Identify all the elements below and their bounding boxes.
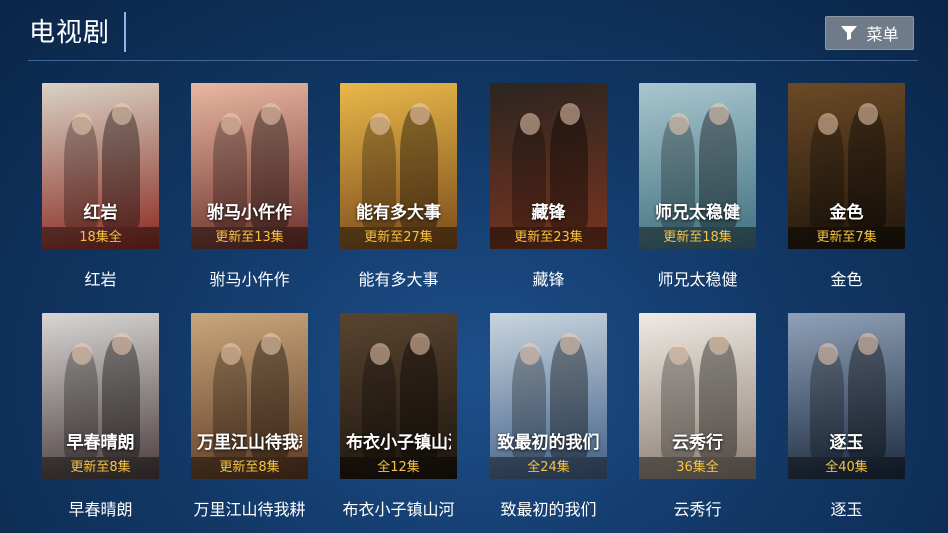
episode-badge: 18集全 (42, 227, 159, 249)
episode-badge: 36集全 (639, 457, 756, 479)
drama-title: 藏锋 (532, 270, 565, 289)
poster-image[interactable]: 逐玉 全40集 (788, 313, 905, 479)
poster-artwork (191, 313, 308, 479)
drama-title: 能有多大事 (358, 270, 439, 289)
episode-badge: 更新至27集 (340, 227, 457, 249)
poster-artwork (788, 313, 905, 479)
drama-card[interactable]: 驸马小仵作 更新至13集 驸马小仵作 (191, 83, 308, 290)
drama-card[interactable]: 云秀行 36集全 云秀行 (639, 313, 756, 520)
header-divider (28, 60, 918, 61)
poster-title: 早春晴朗 (66, 433, 135, 453)
drama-title: 万里江山待我耕 (193, 500, 306, 519)
poster-title: 驸马小仵作 (207, 203, 292, 223)
drama-title: 驸马小仵作 (209, 270, 290, 289)
poster-title: 云秀行 (672, 433, 723, 453)
drama-card[interactable]: 万里江山待我耕 更新至8集 万里江山待我耕 (191, 313, 308, 520)
drama-title: 布衣小子镇山河 (342, 500, 455, 519)
drama-card[interactable]: 红岩 18集全 红岩 (42, 83, 159, 290)
episode-badge: 全40集 (788, 457, 905, 479)
episode-badge: 全12集 (340, 457, 457, 479)
poster-image[interactable]: 布衣小子镇山河 全12集 (340, 313, 457, 479)
drama-title: 逐玉 (830, 500, 863, 519)
drama-title: 早春晴朗 (68, 500, 133, 519)
title-accent-bar (124, 12, 126, 52)
poster-image[interactable]: 师兄太稳健 更新至18集 (639, 83, 756, 249)
poster-artwork (42, 313, 159, 479)
episode-badge: 更新至23集 (490, 227, 607, 249)
poster-artwork (191, 83, 308, 249)
poster-title: 布衣小子镇山河 (346, 433, 451, 453)
poster-title: 金色 (829, 203, 864, 223)
episode-badge: 更新至7集 (788, 227, 905, 249)
poster-artwork (42, 83, 159, 249)
poster-image[interactable]: 早春晴朗 更新至8集 (42, 313, 159, 479)
header: 电视剧 菜单 (0, 0, 948, 62)
poster-image[interactable]: 致最初的我们 全24集 (490, 313, 607, 479)
poster-image[interactable]: 万里江山待我耕 更新至8集 (191, 313, 308, 479)
poster-title: 师兄太稳健 (655, 203, 740, 223)
poster-title: 藏锋 (531, 203, 566, 223)
drama-card[interactable]: 致最初的我们 全24集 致最初的我们 (490, 313, 607, 520)
poster-image[interactable]: 驸马小仵作 更新至13集 (191, 83, 308, 249)
poster-image[interactable]: 金色 更新至7集 (788, 83, 905, 249)
episode-badge: 更新至18集 (639, 227, 756, 249)
poster-image[interactable]: 红岩 18集全 (42, 83, 159, 249)
poster-title: 致最初的我们 (497, 433, 600, 453)
drama-title: 师兄太稳健 (657, 270, 738, 289)
episode-badge: 更新至8集 (191, 457, 308, 479)
poster-title: 逐玉 (829, 433, 864, 453)
drama-card[interactable]: 金色 更新至7集 金色 (788, 83, 905, 290)
episode-badge: 更新至8集 (42, 457, 159, 479)
drama-card[interactable]: 藏锋 更新至23集 藏锋 (490, 83, 607, 290)
poster-title: 万里江山待我耕 (197, 433, 302, 453)
poster-artwork (490, 83, 607, 249)
menu-label: 菜单 (866, 25, 899, 44)
menu-button[interactable]: 菜单 (825, 16, 914, 50)
drama-title: 致最初的我们 (500, 500, 597, 519)
poster-image[interactable]: 藏锋 更新至23集 (490, 83, 607, 249)
poster-title: 能有多大事 (356, 203, 441, 223)
drama-title: 金色 (830, 270, 863, 289)
drama-card[interactable]: 能有多大事 更新至27集 能有多大事 (340, 83, 457, 290)
poster-artwork (639, 313, 756, 479)
drama-card[interactable]: 早春晴朗 更新至8集 早春晴朗 (42, 313, 159, 520)
page-title: 电视剧 (29, 18, 111, 48)
poster-artwork (639, 83, 756, 249)
drama-title: 红岩 (84, 270, 117, 289)
drama-card[interactable]: 师兄太稳健 更新至18集 师兄太稳健 (639, 83, 756, 290)
drama-card[interactable]: 逐玉 全40集 逐玉 (788, 313, 905, 520)
poster-image[interactable]: 能有多大事 更新至27集 (340, 83, 457, 249)
poster-artwork (340, 313, 457, 479)
poster-image[interactable]: 云秀行 36集全 (639, 313, 756, 479)
poster-artwork (788, 83, 905, 249)
poster-title: 红岩 (83, 203, 118, 223)
drama-card[interactable]: 布衣小子镇山河 全12集 布衣小子镇山河 (340, 313, 457, 520)
drama-title: 云秀行 (673, 500, 722, 519)
poster-artwork (340, 83, 457, 249)
poster-artwork (490, 313, 607, 479)
episode-badge: 全24集 (490, 457, 607, 479)
filter-icon (841, 26, 858, 40)
episode-badge: 更新至13集 (191, 227, 308, 249)
